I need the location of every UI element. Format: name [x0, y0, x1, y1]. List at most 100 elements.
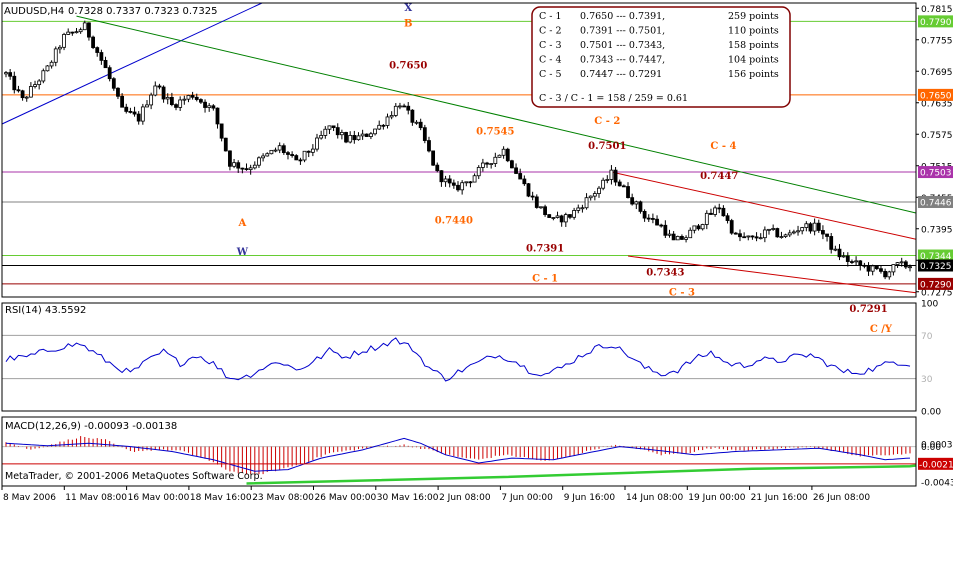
wave-annotation: 0.7440 [435, 216, 473, 227]
candle-body [153, 85, 158, 96]
candle-body [70, 31, 75, 34]
candle-body [335, 127, 340, 136]
candle-body [505, 148, 510, 162]
price-tag-label: 0.7446 [920, 198, 952, 208]
candle-body [74, 31, 79, 34]
info-box-range: 0.7501 --- 0.7343, [580, 40, 665, 51]
candle-body [518, 173, 523, 180]
candle-body [377, 124, 382, 130]
candle-body [874, 265, 879, 270]
candle-body [796, 230, 800, 233]
candle-body [617, 181, 622, 187]
wave-annotation: 0.7391 [526, 243, 564, 254]
candle-body [684, 237, 688, 240]
candle-body [406, 105, 411, 111]
price-tag-label: 0.7325 [920, 262, 952, 272]
candle-body [369, 133, 373, 137]
candle-body [198, 99, 203, 103]
candle-body [381, 124, 386, 127]
wave-annotation: C - 2 [594, 116, 620, 127]
candle-body [310, 148, 315, 153]
y-tick-label: 0.7395 [921, 225, 953, 235]
candle-body [580, 207, 585, 210]
info-box-wave: C - 1 [539, 11, 562, 22]
candle-body [348, 135, 353, 143]
candle-body [572, 210, 577, 218]
candle-body [592, 193, 597, 197]
rsi-title: RSI(14) 43.5592 [5, 305, 86, 316]
candle-body [887, 271, 892, 278]
candle-body [190, 95, 195, 98]
candle-body [211, 105, 216, 109]
x-tick-label: 23 Mav 08:00 [252, 493, 314, 503]
candle-body [597, 187, 601, 194]
y-tick-label: 0.7695 [921, 68, 953, 78]
candle-body [223, 137, 228, 152]
candle-body [87, 22, 91, 38]
candle-body [609, 169, 614, 180]
rsi-tick-label: 70 [921, 332, 933, 342]
macd-tag-label: -0.0021 [919, 460, 953, 470]
wave-annotation: 0.7545 [476, 126, 514, 137]
copyright-label: MetaTrader, © 2001-2006 MetaQuotes Softw… [5, 471, 263, 482]
candle-body [257, 157, 261, 166]
candle-body [240, 167, 245, 170]
candle-body [489, 163, 494, 165]
candle-body [315, 137, 319, 150]
candle-body [713, 207, 718, 215]
candle-body [286, 152, 290, 155]
price-tag-label: 0.7503 [920, 169, 952, 179]
candle-body [634, 201, 639, 205]
wave-annotation: 0.7291 [849, 304, 887, 315]
x-tick-label: 8 Mav 2006 [3, 493, 56, 503]
candle-body [4, 72, 8, 75]
info-box-points: 104 points [728, 55, 779, 66]
candle-body [323, 128, 328, 136]
price-tag-label: 0.7650 [920, 91, 952, 101]
candle-body [854, 260, 858, 263]
candle-body [53, 48, 58, 63]
candle-body [630, 197, 635, 205]
candle-body [551, 217, 556, 219]
candle-body [252, 164, 257, 169]
candle-body [207, 105, 212, 108]
candle-body [33, 84, 37, 87]
candle-body [219, 123, 224, 139]
symbol-label: AUDUSD,H4 [4, 6, 64, 17]
wave-annotation: 0.7447 [700, 171, 738, 182]
candle-body [791, 231, 796, 234]
candle-body [418, 121, 423, 129]
candle-body [136, 113, 141, 122]
candle-body [621, 185, 626, 188]
x-tick-label: 21 Jun 16:00 [751, 493, 808, 503]
info-box-wave: C - 4 [539, 55, 562, 66]
candle-body [273, 149, 278, 152]
candle-body [427, 140, 431, 152]
candle-body [642, 210, 647, 219]
candle-body [319, 135, 324, 139]
candle-body [182, 98, 187, 101]
candle-body [107, 67, 112, 80]
candle-body [850, 261, 854, 263]
ohlc-readout: 0.7328 0.7337 0.7323 0.7325 [68, 6, 218, 17]
candle-body [294, 155, 299, 161]
candle-body [908, 266, 912, 269]
info-box-range: 0.7391 --- 0.7501, [580, 26, 665, 37]
candle-body [232, 162, 236, 167]
candle-body [717, 207, 722, 210]
candle-body [261, 155, 266, 159]
candle-body [613, 169, 618, 183]
candle-body [248, 167, 253, 170]
y-tick-label: 0.7815 [921, 5, 953, 15]
candle-body [66, 31, 71, 35]
x-tick-label: 26 Jun 08:00 [813, 493, 870, 503]
price-tag-label: 0.7790 [920, 18, 952, 28]
candle-body [290, 154, 295, 156]
candle-body [236, 162, 241, 169]
info-box-points: 158 points [728, 40, 779, 51]
rsi-tick-label: 30 [921, 375, 933, 385]
candle-body [45, 65, 50, 72]
candle-body [41, 70, 46, 82]
candle-body [228, 150, 232, 167]
candle-body [161, 86, 166, 100]
